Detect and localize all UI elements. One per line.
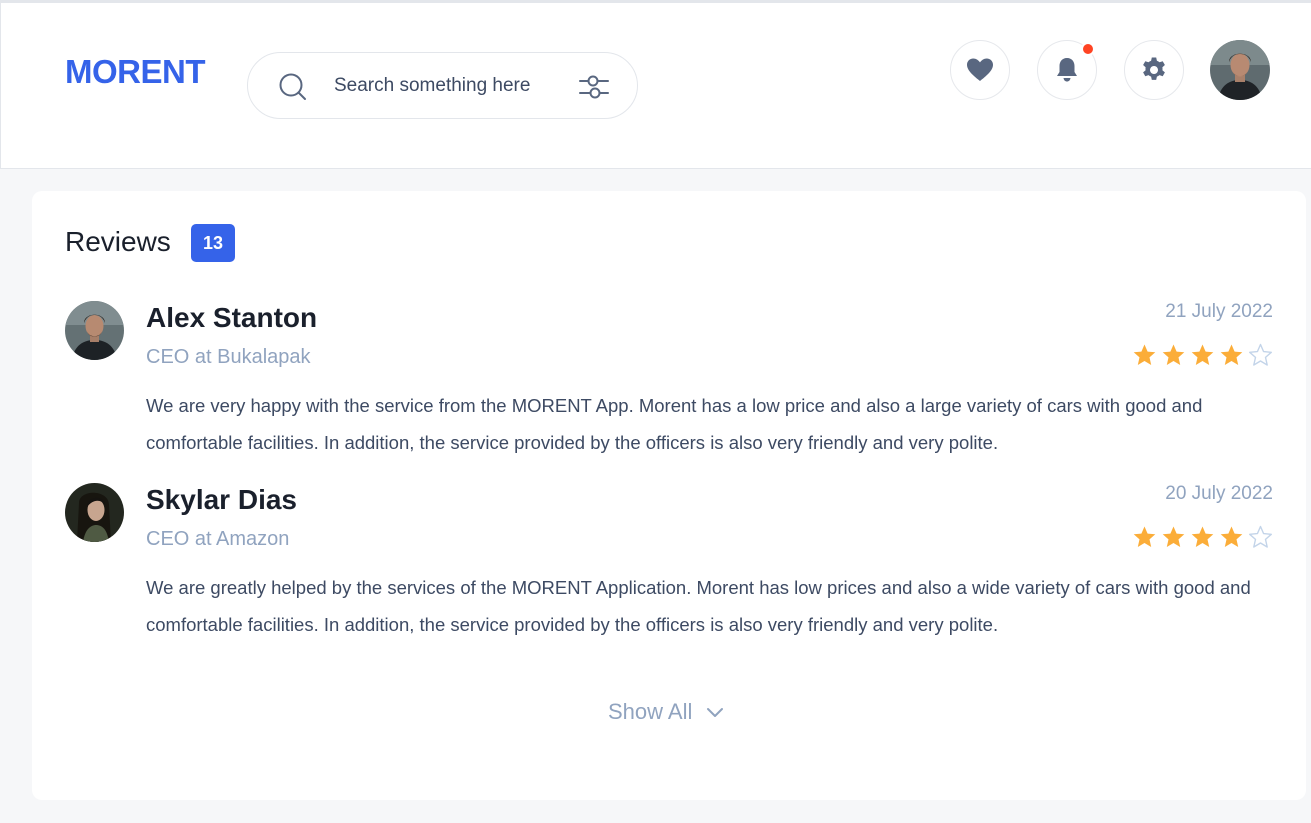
bell-icon xyxy=(1057,58,1077,82)
review-rating xyxy=(1132,343,1273,368)
review-text: We are very happy with the service from … xyxy=(146,395,1203,453)
star-filled-icon xyxy=(1191,526,1214,547)
search-icon[interactable] xyxy=(278,72,308,102)
heart-icon xyxy=(967,58,993,81)
favorites-button[interactable] xyxy=(950,40,1010,100)
star-filled-icon xyxy=(1220,526,1243,547)
settings-button[interactable] xyxy=(1124,40,1184,100)
star-filled-icon xyxy=(1191,344,1214,365)
gear-icon xyxy=(1143,57,1165,80)
reviews-title: Reviews xyxy=(65,226,171,257)
reviewer-name: Alex Stanton xyxy=(146,302,318,333)
reviews-count-badge: 13 xyxy=(191,224,235,262)
reviewer-role: CEO at Amazon xyxy=(146,528,290,550)
star-filled-icon xyxy=(1162,526,1185,547)
star-filled-icon xyxy=(1133,344,1156,365)
review-date: 21 July 2022 xyxy=(1165,301,1273,322)
reviewer-role: CEO at Bukalapak xyxy=(146,346,311,368)
notification-dot xyxy=(1081,42,1095,56)
star-empty-icon xyxy=(1249,525,1272,548)
review-rating xyxy=(1132,525,1273,550)
search-bar xyxy=(247,52,638,119)
reviewer-name: Skylar Dias xyxy=(146,484,297,515)
show-all-button[interactable]: Show All xyxy=(608,692,738,732)
reviews-card: Reviews 13 Alex Stanton CEO at Bukalapak… xyxy=(32,191,1306,800)
reviewer-avatar xyxy=(65,301,124,360)
star-empty-icon xyxy=(1249,343,1272,366)
user-avatar[interactable] xyxy=(1210,40,1270,100)
filter-icon[interactable] xyxy=(578,71,610,103)
search-input[interactable] xyxy=(334,71,574,101)
top-navbar: MORENT xyxy=(0,3,1311,169)
avatar-image xyxy=(1210,40,1270,100)
reviewer-avatar xyxy=(65,483,124,542)
review-text: We are greatly helped by the services of… xyxy=(146,577,1251,635)
review-item: Alex Stanton CEO at Bukalapak 21 July 20… xyxy=(32,301,1306,471)
chevron-down-icon xyxy=(707,708,724,717)
review-date: 20 July 2022 xyxy=(1165,483,1273,504)
brand-logo[interactable]: MORENT xyxy=(65,53,206,91)
star-filled-icon xyxy=(1133,526,1156,547)
star-filled-icon xyxy=(1162,344,1185,365)
show-all-label: Show All xyxy=(608,699,693,724)
review-item: Skylar Dias CEO at Amazon 20 July 2022 W… xyxy=(32,483,1306,653)
notifications-button[interactable] xyxy=(1037,40,1097,100)
star-filled-icon xyxy=(1220,344,1243,365)
